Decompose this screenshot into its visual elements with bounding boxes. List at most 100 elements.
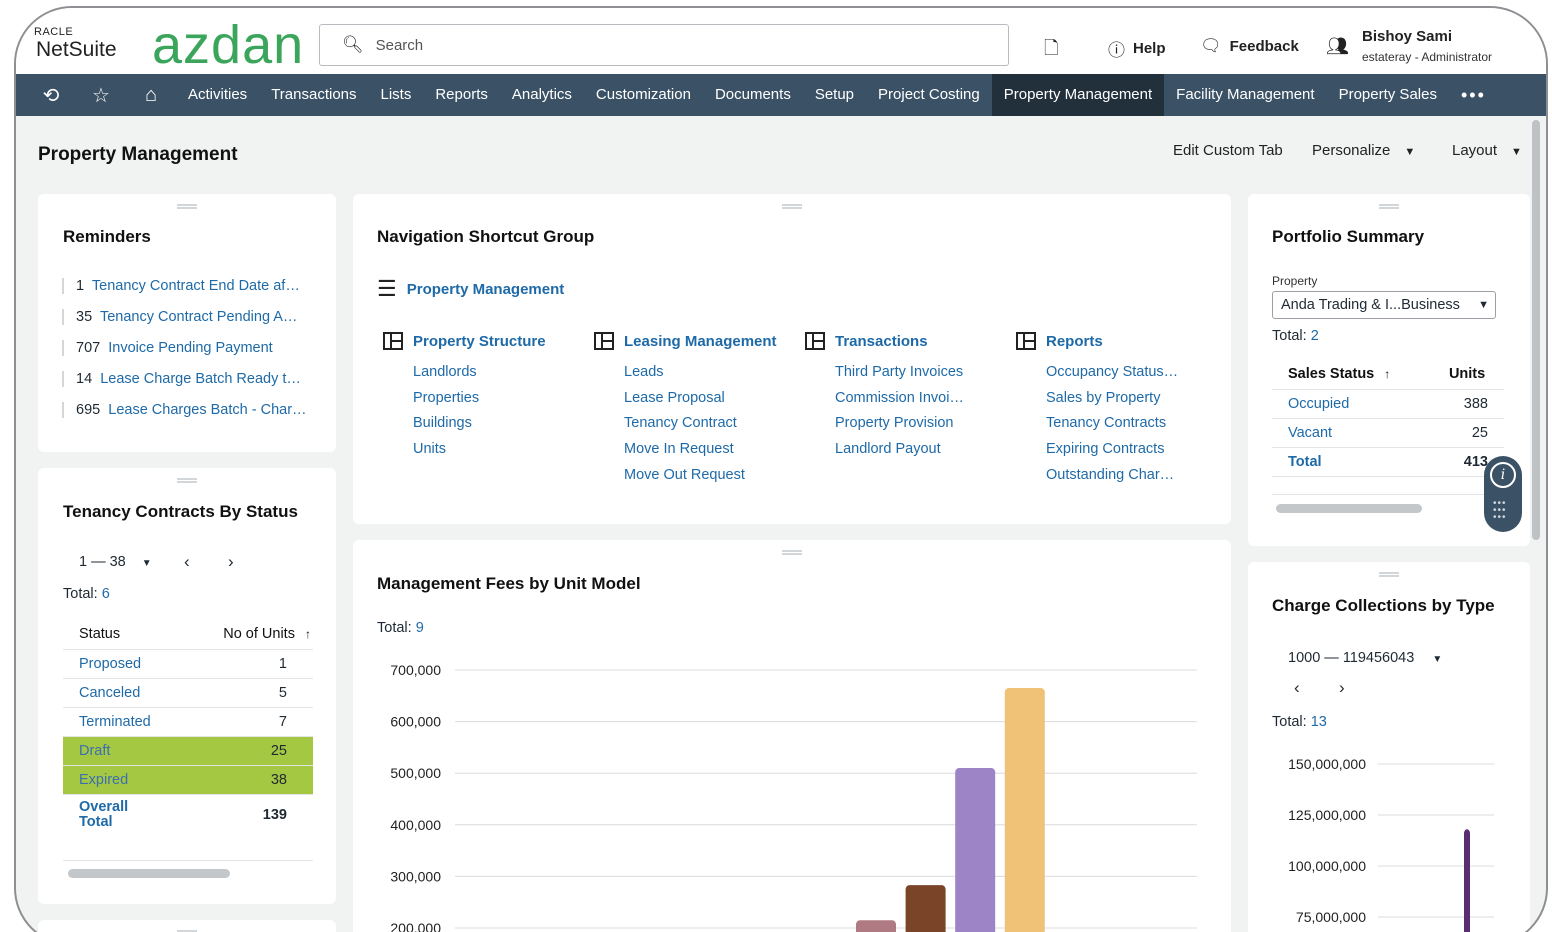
drag-handle[interactable] <box>177 204 197 209</box>
reminder-item[interactable]: 707 Invoice Pending Payment <box>62 340 312 356</box>
status-cell[interactable]: Canceled <box>63 678 187 708</box>
assistant-widget[interactable]: i ••• ••• ••• <box>1484 456 1522 532</box>
status-cell[interactable]: Expired <box>63 765 187 795</box>
reminder-item[interactable]: 695 Lease Charges Batch - Char… <box>62 402 312 418</box>
nav-transactions[interactable]: Transactions <box>259 74 368 116</box>
reminder-item[interactable]: 1 Tenancy Contract End Date af… <box>62 278 312 294</box>
caret-down-icon: ▼ <box>141 558 152 569</box>
drag-dots-icon[interactable]: ••• ••• ••• <box>1493 499 1507 523</box>
shortcut-link[interactable]: Properties <box>413 390 479 416</box>
drag-handle[interactable] <box>1379 204 1399 209</box>
user-roles-icon[interactable]: 👥︎ <box>1326 36 1349 57</box>
shortcut-link[interactable]: Landlords <box>413 364 479 390</box>
table-row[interactable]: Canceled 5 <box>63 678 313 708</box>
reminder-item[interactable]: 14 Lease Charge Batch Ready t… <box>62 371 312 387</box>
user-name[interactable]: Bishoy Sami <box>1362 28 1452 45</box>
status-cell[interactable]: Vacant <box>1272 418 1443 448</box>
user-role[interactable]: estateray - Administrator <box>1362 50 1492 64</box>
property-label: Property <box>1272 274 1318 288</box>
help-button[interactable]: ⓘ Help <box>1108 36 1166 61</box>
shortcut-link[interactable]: Sales by Property <box>1046 390 1178 416</box>
shortcut-link[interactable]: Move Out Request <box>624 467 745 493</box>
nav-activities[interactable]: Activities <box>176 74 259 116</box>
status-cell[interactable]: Terminated <box>63 707 187 737</box>
reminder-item[interactable]: 35 Tenancy Contract Pending A… <box>62 309 312 325</box>
shortcut-link[interactable]: Tenancy Contracts <box>1046 415 1178 441</box>
personalize-label: Personalize <box>1312 142 1391 159</box>
info-icon[interactable]: i <box>1490 462 1516 488</box>
history-icon[interactable]: ⟲ <box>26 83 76 108</box>
layout-menu[interactable]: Layout ▼ <box>1452 142 1522 159</box>
shortcut-header-reports[interactable]: Reports <box>1016 332 1103 350</box>
shortcut-link[interactable]: Occupancy Status… <box>1046 364 1178 390</box>
mgmt-fees-chart: 700,000 600,000 500,000 400,000 300,000 200,0… <box>390 662 1197 932</box>
shortcut-link[interactable]: Tenancy Contract <box>624 415 745 441</box>
property-select[interactable]: Anda Trading & I...Business ▼ <box>1272 291 1496 319</box>
global-search[interactable]: 🔍︎ <box>319 24 1009 66</box>
status-cell[interactable]: Draft <box>63 736 187 766</box>
nav-property-sales[interactable]: Property Sales <box>1327 74 1449 116</box>
nav-property-management[interactable]: Property Management <box>991 74 1165 116</box>
reminder-link[interactable]: Lease Charges Batch - Char… <box>108 402 306 418</box>
search-input[interactable] <box>375 36 976 54</box>
horizontal-scrollbar[interactable] <box>68 869 230 878</box>
table-row[interactable]: Terminated 7 <box>63 707 313 737</box>
reminder-link[interactable]: Lease Charge Batch Ready t… <box>100 371 301 387</box>
page-vertical-scrollbar[interactable] <box>1532 120 1540 540</box>
drag-handle[interactable] <box>782 204 802 209</box>
company-brand-logo[interactable]: azdan <box>152 14 304 76</box>
recent-records-icon[interactable]: 🗋 <box>1044 36 1058 66</box>
col-sales-status[interactable]: Sales Status ↑ <box>1272 360 1443 390</box>
range-selector[interactable]: 1 — 38 ▼ <box>79 554 152 570</box>
star-icon[interactable]: ☆ <box>76 83 126 108</box>
feedback-button[interactable]: 🗨︎ Feedback <box>1200 36 1299 56</box>
shortcut-header-property-structure[interactable]: Property Structure <box>383 332 546 350</box>
table-row[interactable]: Expired 38 <box>63 765 313 795</box>
nav-project-costing[interactable]: Project Costing <box>866 74 992 116</box>
col-units[interactable]: No of Units ↑ <box>186 620 313 650</box>
reminder-link[interactable]: Tenancy Contract End Date af… <box>92 278 300 294</box>
shortcut-link[interactable]: Units <box>413 441 479 467</box>
shortcut-link[interactable]: Landlord Payout <box>835 441 964 467</box>
home-icon[interactable]: ⌂ <box>126 84 176 107</box>
nav-more-button[interactable]: ••• <box>1449 85 1498 106</box>
edit-custom-tab-link[interactable]: Edit Custom Tab <box>1173 142 1283 159</box>
shortcut-link[interactable]: Buildings <box>413 415 479 441</box>
layout-label: Layout <box>1452 142 1498 159</box>
col-units[interactable]: Units <box>1442 360 1504 390</box>
nav-documents[interactable]: Documents <box>703 74 803 116</box>
shortcut-link[interactable]: Commission Invoi… <box>835 390 964 416</box>
status-cell[interactable]: Proposed <box>63 649 187 679</box>
nav-analytics[interactable]: Analytics <box>500 74 584 116</box>
nav-customization[interactable]: Customization <box>584 74 703 116</box>
shortcut-link[interactable]: Property Provision <box>835 415 964 441</box>
nav-reports[interactable]: Reports <box>423 74 500 116</box>
table-row[interactable]: Vacant 25 <box>1272 418 1504 448</box>
status-cell[interactable]: Occupied <box>1272 389 1443 419</box>
nav-lists[interactable]: Lists <box>369 74 424 116</box>
reminder-link[interactable]: Invoice Pending Payment <box>108 340 272 356</box>
table-row[interactable]: Draft 25 <box>63 736 313 766</box>
group-link[interactable]: ☰ Property Management <box>377 276 564 302</box>
reminder-link[interactable]: Tenancy Contract Pending A… <box>100 309 297 325</box>
horizontal-scrollbar[interactable] <box>1276 504 1422 513</box>
drag-handle[interactable] <box>177 478 197 483</box>
y-tick-label: 600,000 <box>390 714 441 730</box>
prev-page-icon[interactable]: ‹ <box>184 552 190 572</box>
nav-facility-management[interactable]: Facility Management <box>1164 74 1326 116</box>
nav-setup[interactable]: Setup <box>803 74 866 116</box>
netsuite-logo[interactable]: NetSuite <box>36 38 117 62</box>
shortcut-link[interactable]: Leads <box>624 364 745 390</box>
shortcut-link[interactable]: Outstanding Char… <box>1046 467 1178 493</box>
shortcut-link[interactable]: Third Party Invoices <box>835 364 964 390</box>
shortcut-header-leasing-management[interactable]: Leasing Management <box>594 332 777 350</box>
shortcut-header-transactions[interactable]: Transactions <box>805 332 928 350</box>
next-page-icon[interactable]: › <box>228 552 234 572</box>
table-row[interactable]: Proposed 1 <box>63 649 313 679</box>
shortcut-link[interactable]: Move In Request <box>624 441 745 467</box>
table-row[interactable]: Occupied 388 <box>1272 389 1504 419</box>
personalize-menu[interactable]: Personalize ▼ <box>1312 142 1415 159</box>
shortcut-link[interactable]: Expiring Contracts <box>1046 441 1178 467</box>
col-status[interactable]: Status <box>63 620 187 650</box>
shortcut-link[interactable]: Lease Proposal <box>624 390 745 416</box>
